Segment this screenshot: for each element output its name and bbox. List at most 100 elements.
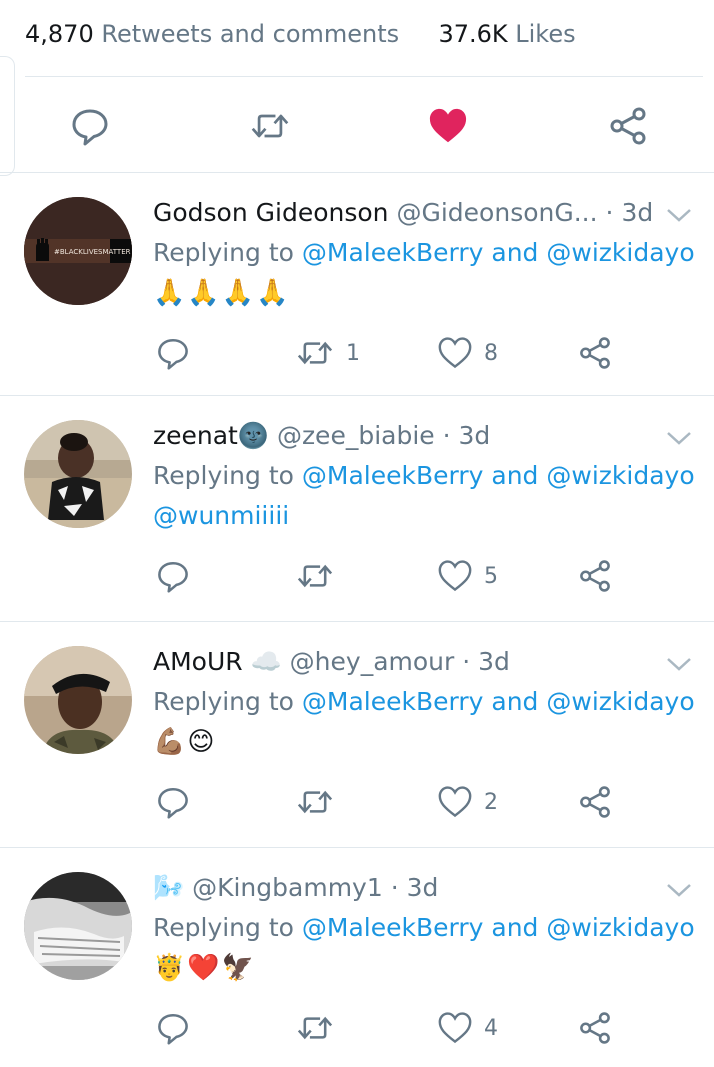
heart-filled-icon [429, 108, 467, 143]
retweet-button[interactable] [250, 106, 290, 146]
share-button[interactable] [578, 1008, 612, 1048]
share-icon [610, 107, 646, 145]
retweet-icon [251, 114, 289, 138]
tweet-text: 💪🏽😊 [153, 727, 217, 757]
retweet-icon [297, 564, 333, 588]
tweet-actions: 2 [0, 782, 714, 822]
like-count: 5 [484, 563, 498, 589]
main-tweet-actions [0, 86, 714, 166]
reply-button[interactable] [156, 556, 190, 596]
mention-link[interactable]: @MaleekBerry [302, 687, 484, 716]
and-text: and [491, 461, 539, 490]
reply-header: AMoUR ☁️ @hey_amour · 3d [153, 644, 654, 680]
like-button[interactable]: 8 [438, 333, 498, 373]
retweet-button[interactable] [296, 782, 346, 822]
replying-to: Replying to @MaleekBerry and @wizkidayo [153, 235, 695, 271]
retweet-button[interactable] [296, 556, 346, 596]
avatar[interactable] [24, 872, 132, 980]
mention-link[interactable]: @wizkidayo [546, 461, 694, 490]
tweet-text[interactable]: @wunmiiiii [153, 496, 289, 536]
reply-icon [158, 338, 188, 370]
mention-link[interactable]: @wizkidayo [546, 913, 694, 942]
child-photo-avatar-image [24, 420, 132, 528]
share-button[interactable] [578, 782, 612, 822]
tweet-actions: 5 [0, 556, 714, 596]
timestamp[interactable]: 3d [459, 421, 491, 450]
reply-button[interactable] [70, 106, 110, 146]
reply-icon [72, 109, 108, 146]
share-icon [580, 1012, 610, 1044]
and-text: and [491, 238, 539, 267]
separator-dot: · [605, 198, 622, 227]
mention-link[interactable]: @wizkidayo [546, 238, 694, 267]
mention-link[interactable]: @MaleekBerry [302, 238, 484, 267]
reply-header: 🌬️ @Kingbammy1 · 3d [153, 870, 654, 906]
reply-icon [158, 561, 188, 593]
replying-to: Replying to @MaleekBerry and @wizkidayo [153, 458, 695, 494]
like-button[interactable] [428, 106, 468, 146]
display-name[interactable]: 🌬️ [153, 873, 184, 902]
retweet-icon [297, 341, 333, 365]
like-button[interactable]: 4 [438, 1008, 498, 1048]
display-name[interactable]: Godson Gideonson [153, 198, 389, 227]
user-handle[interactable]: @hey_amour [290, 647, 455, 676]
replying-to-label: Replying to [153, 687, 294, 716]
mention-link[interactable]: @MaleekBerry [302, 913, 484, 942]
reply-button[interactable] [156, 1008, 190, 1048]
replying-to-label: Replying to [153, 461, 294, 490]
tweet-actions: 1 8 [0, 333, 714, 373]
like-count: 2 [484, 789, 498, 815]
share-button[interactable] [578, 556, 612, 596]
user-handle[interactable]: @Kingbammy1 [192, 873, 383, 902]
chevron-down-icon[interactable] [666, 205, 692, 225]
man-photo-avatar-image [24, 646, 132, 754]
mention-link[interactable]: @wizkidayo [546, 687, 694, 716]
mention-link[interactable]: @MaleekBerry [302, 461, 484, 490]
replying-to: Replying to @MaleekBerry and @wizkidayo [153, 684, 695, 720]
chevron-down-icon[interactable] [666, 880, 692, 900]
share-button[interactable] [578, 333, 612, 373]
separator-dot: · [462, 647, 479, 676]
retweet-icon [297, 1016, 333, 1040]
share-icon [580, 560, 610, 592]
reply-button[interactable] [156, 333, 190, 373]
and-text: and [491, 913, 539, 942]
divider [25, 76, 703, 77]
timestamp[interactable]: 3d [621, 198, 653, 227]
timestamp[interactable]: 3d [478, 647, 510, 676]
like-button[interactable]: 2 [438, 782, 498, 822]
bw-photo-avatar-image [24, 872, 132, 980]
timestamp[interactable]: 3d [407, 873, 439, 902]
reply-tweet[interactable]: #BLACKLIVESMATTER Godson Gideonson @Gide… [0, 173, 714, 395]
retweet-button[interactable]: 1 [296, 333, 360, 373]
share-button[interactable] [608, 106, 648, 146]
tweet-text: 🙏🙏🙏🙏 [153, 278, 291, 308]
like-button[interactable]: 5 [438, 556, 498, 596]
reply-tweet[interactable]: AMoUR ☁️ @hey_amour · 3d Replying to @Ma… [0, 622, 714, 847]
display-name[interactable]: zeenat🌚 [153, 421, 269, 450]
avatar[interactable] [24, 420, 132, 528]
replying-to: Replying to @MaleekBerry and @wizkidayo [153, 910, 695, 946]
user-handle[interactable]: @GideonsonG... [396, 198, 597, 227]
retweets-label[interactable]: Retweets and comments [101, 20, 399, 48]
avatar[interactable] [24, 646, 132, 754]
reply-icon [158, 787, 188, 819]
reply-tweet[interactable]: 🌬️ @Kingbammy1 · 3d Replying to @MaleekB… [0, 848, 714, 1067]
retweet-button[interactable] [296, 1008, 346, 1048]
chevron-down-icon[interactable] [666, 428, 692, 448]
replying-to-label: Replying to [153, 238, 294, 267]
reply-button[interactable] [156, 782, 190, 822]
display-name[interactable]: AMoUR ☁️ [153, 647, 282, 676]
heart-icon [438, 786, 472, 818]
reply-header: Godson Gideonson @GideonsonG... · 3d [153, 195, 654, 231]
share-icon [580, 786, 610, 818]
avatar[interactable]: #BLACKLIVESMATTER [24, 197, 132, 305]
retweets-count[interactable]: 4,870 [25, 20, 94, 48]
likes-label[interactable]: Likes [515, 20, 575, 48]
heart-icon [438, 337, 472, 369]
chevron-down-icon[interactable] [666, 654, 692, 674]
likes-count[interactable]: 37.6K [438, 20, 507, 48]
tweet-actions: 4 [0, 1008, 714, 1048]
reply-tweet[interactable]: zeenat🌚 @zee_biabie · 3d Replying to @Ma… [0, 396, 714, 621]
user-handle[interactable]: @zee_biabie [277, 421, 435, 450]
